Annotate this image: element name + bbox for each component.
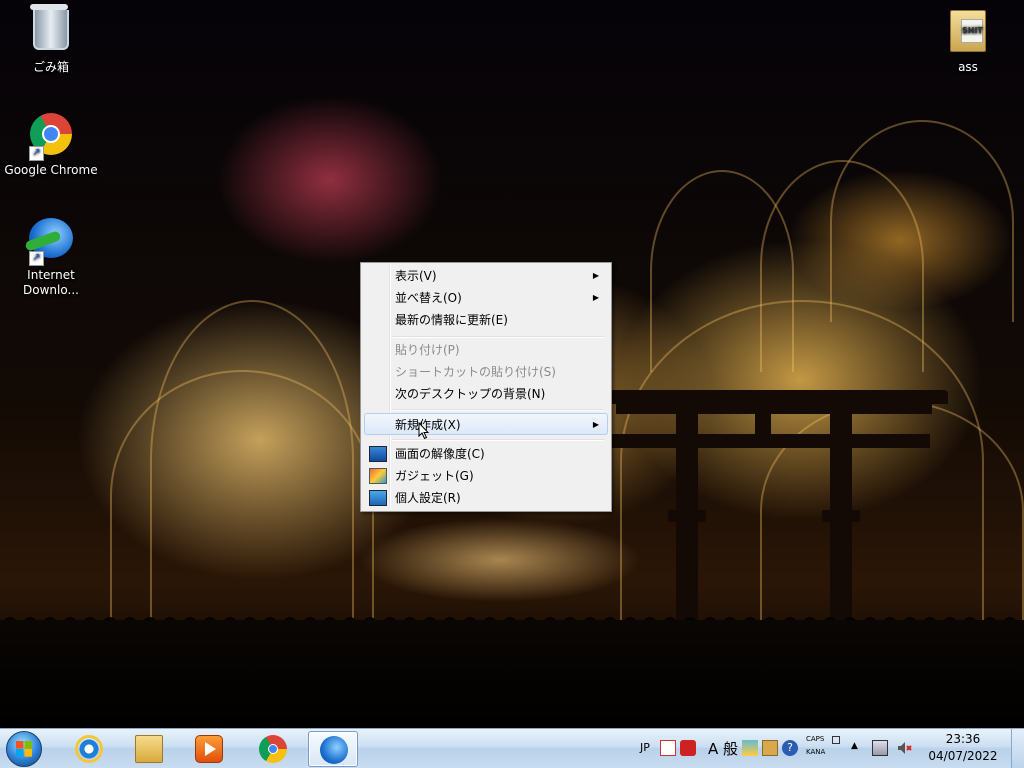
submenu-arrow-icon: ▶ bbox=[592, 271, 599, 280]
menu-item-paste: 貼り付け(P) bbox=[395, 343, 460, 357]
ime-pad-icon[interactable] bbox=[742, 740, 758, 756]
submenu-arrow-icon: ▶ bbox=[592, 293, 599, 302]
start-button[interactable] bbox=[6, 731, 42, 767]
language-indicator[interactable]: JP bbox=[640, 741, 650, 754]
screen-resolution-icon bbox=[369, 446, 387, 462]
kana-indicator[interactable]: KANA bbox=[806, 748, 825, 756]
desktop-icon-internet-download-manager[interactable]: ↗ Internet Downlo... bbox=[3, 214, 99, 298]
personalize-icon bbox=[369, 490, 387, 506]
shortcut-arrow-icon: ↗ bbox=[29, 251, 44, 266]
dictionary-icon[interactable] bbox=[762, 740, 778, 756]
submenu-arrow-icon: ▶ bbox=[592, 420, 599, 429]
show-desktop-button[interactable] bbox=[1011, 729, 1024, 768]
gadget-icon bbox=[369, 468, 387, 484]
clock-date: 04/07/2022 bbox=[928, 749, 998, 763]
desktop-icon-google-chrome[interactable]: ↗ Google Chrome bbox=[3, 110, 99, 178]
desktop-icon-label: Google Chrome bbox=[4, 163, 98, 177]
taskbar-media-player[interactable] bbox=[184, 731, 234, 767]
shortcut-arrow-icon: ↗ bbox=[29, 146, 44, 161]
desktop-icon-label: Internet Downlo... bbox=[23, 268, 79, 297]
ie-icon bbox=[75, 735, 103, 763]
caps-indicator[interactable]: CAPS bbox=[806, 735, 824, 743]
ime-mode-indicator[interactable]: A 般 bbox=[708, 738, 738, 759]
menu-item-next-desktop-background[interactable]: 次のデスクトップの背景(N) bbox=[364, 383, 608, 405]
taskbar-internet-explorer[interactable] bbox=[64, 731, 114, 767]
menu-item-new[interactable]: 新規作成(X) ▶ bbox=[364, 413, 608, 435]
explorer-icon bbox=[135, 735, 163, 763]
taskbar: JP A 般 ? CAPS KANA ▲ 23:36 04/07/2022 bbox=[0, 728, 1024, 768]
menu-item-sort-by[interactable]: 並べ替え(O) ▶ bbox=[364, 287, 608, 309]
menu-item-gadgets[interactable]: ガジェット(G) bbox=[364, 465, 608, 487]
media-player-icon bbox=[195, 735, 223, 763]
ime-options-icon[interactable] bbox=[832, 736, 840, 744]
volume-muted-icon[interactable] bbox=[896, 740, 912, 756]
ime-toolbar-icon[interactable] bbox=[680, 740, 696, 756]
menu-item-paste-shortcut: ショートカットの貼り付け(S) bbox=[395, 365, 556, 379]
recycle-bin-icon bbox=[30, 4, 69, 50]
taskbar-google-chrome[interactable] bbox=[248, 731, 298, 767]
pdf-icon[interactable] bbox=[660, 740, 676, 756]
desktop-icon-label: ass bbox=[958, 60, 978, 74]
crowd-silhouette bbox=[0, 620, 1024, 728]
folder-icon: SHIT bbox=[950, 10, 986, 52]
taskbar-internet-download-manager[interactable] bbox=[308, 731, 358, 767]
idm-icon bbox=[320, 736, 348, 764]
torii-gate bbox=[600, 390, 950, 640]
menu-separator bbox=[392, 336, 604, 338]
chrome-icon bbox=[259, 735, 287, 763]
help-icon[interactable]: ? bbox=[782, 740, 798, 756]
desktop-icon-recycle-bin[interactable]: ごみ箱 bbox=[3, 4, 99, 75]
menu-item-view[interactable]: 表示(V) ▶ bbox=[364, 265, 608, 287]
menu-item-refresh[interactable]: 最新の情報に更新(E) bbox=[364, 309, 608, 331]
mouse-cursor-icon bbox=[418, 422, 430, 440]
desktop-context-menu: 表示(V) ▶ 並べ替え(O) ▶ 最新の情報に更新(E) 貼り付け(P) ショ… bbox=[360, 262, 612, 512]
menu-item-personalize[interactable]: 個人設定(R) bbox=[364, 487, 608, 509]
menu-separator bbox=[392, 409, 604, 411]
menu-item-screen-resolution[interactable]: 画面の解像度(C) bbox=[364, 443, 608, 465]
network-icon[interactable] bbox=[872, 740, 888, 756]
taskbar-windows-explorer[interactable] bbox=[124, 731, 174, 767]
clock-time: 23:36 bbox=[945, 732, 981, 746]
show-hidden-icons-chevron-icon[interactable]: ▲ bbox=[851, 741, 858, 751]
desktop-icon-ass-folder[interactable]: SHIT ass bbox=[920, 6, 1016, 75]
system-clock[interactable]: 23:36 04/07/2022 bbox=[918, 731, 1008, 765]
desktop-icon-label: ごみ箱 bbox=[32, 60, 69, 74]
